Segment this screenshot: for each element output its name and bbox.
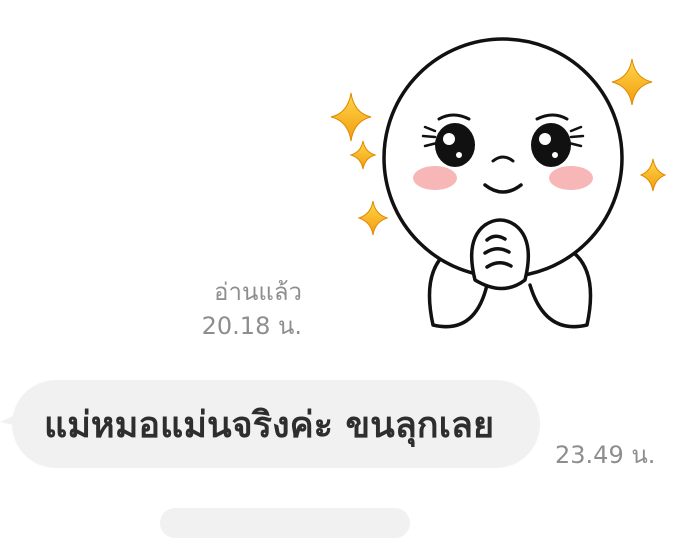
read-receipt: อ่านแล้ว 20.18 น. bbox=[150, 275, 302, 343]
sticker-image[interactable] bbox=[325, 35, 670, 340]
read-status: อ่านแล้ว bbox=[214, 278, 302, 306]
read-time: 20.18 น. bbox=[201, 312, 302, 340]
message-bubble-partial[interactable] bbox=[160, 508, 410, 538]
message-text: แม่หมอแม่นจริงค่ะ ขนลุกเลย bbox=[44, 404, 495, 446]
message-time: 23.49 น. bbox=[555, 441, 656, 469]
message-bubble[interactable]: แม่หมอแม่นจริงค่ะ ขนลุกเลย bbox=[12, 380, 540, 468]
sticker-hands bbox=[469, 218, 531, 291]
